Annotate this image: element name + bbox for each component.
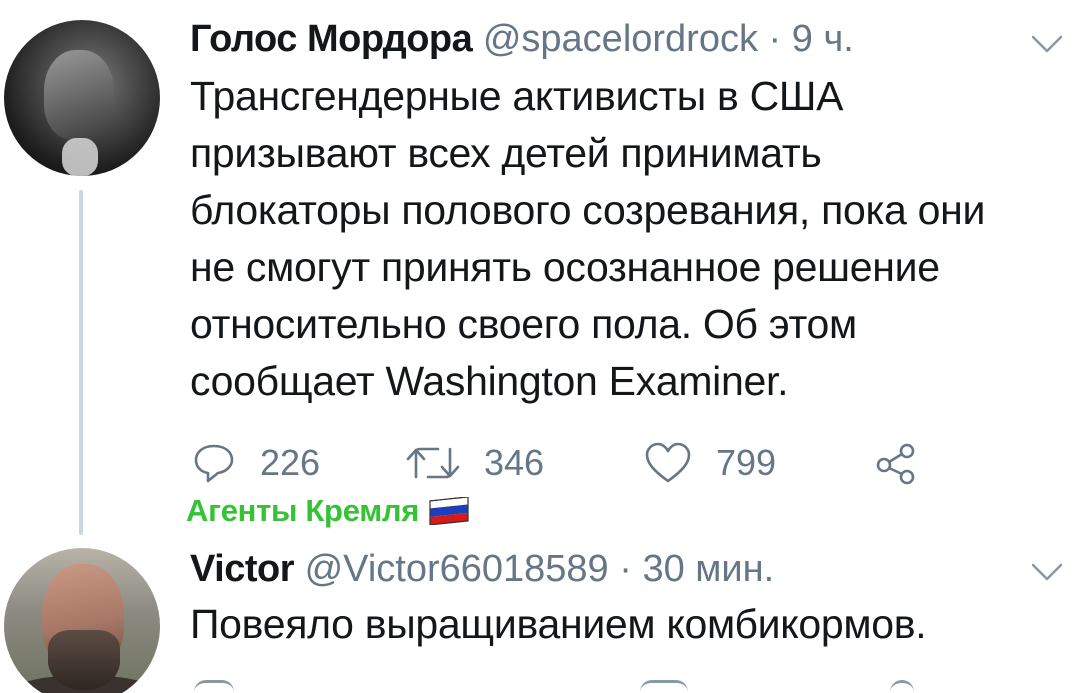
tweet-2-time[interactable]: 30 мин.	[642, 548, 774, 590]
tweet-1-text: Трансгендерные активисты в США призывают…	[190, 68, 1070, 410]
avatar-beard	[48, 630, 120, 690]
tweet-1-handle[interactable]: @spacelordrock	[483, 18, 758, 60]
tweet-1-author-name[interactable]: Голос Мордора	[190, 18, 473, 60]
tweet-2-separator: ·	[619, 548, 632, 590]
reply-icon[interactable]	[194, 680, 234, 693]
tweet-1-separator: ·	[768, 18, 782, 60]
chevron-down-icon[interactable]	[1030, 562, 1064, 582]
share-icon[interactable]	[890, 680, 914, 693]
tweet-2-actions-partial	[190, 680, 950, 693]
reply-icon	[194, 444, 234, 483]
tweet-1-text-line: не смогут принять осознанное решение	[190, 244, 940, 290]
retweet-button[interactable]: 346	[406, 436, 544, 490]
reply-button[interactable]: 226	[192, 436, 320, 490]
watermark-text: Агенты Кремля	[186, 493, 420, 528]
tweet-1-time[interactable]: 9 ч.	[792, 18, 854, 60]
retweet-count: 346	[484, 442, 545, 483]
thread-connector-line	[79, 190, 83, 535]
heart-icon[interactable]	[640, 680, 688, 693]
heart-icon	[645, 442, 691, 483]
tweet-1-header: Голос Мордора @spacelordrock · 9 ч.	[190, 16, 854, 62]
retweet-icon	[406, 447, 460, 479]
tweet-2-header: Victor @Victor66018589 · 30 мин.	[190, 546, 774, 592]
tweet-2-text-line: Повеяло выращиванием комбикормов.	[190, 601, 927, 647]
share-button[interactable]	[874, 436, 918, 490]
avatar-victor[interactable]	[4, 548, 160, 693]
reply-count: 226	[260, 442, 321, 483]
like-count: 799	[716, 442, 777, 483]
avatar-golos-mordora[interactable]	[4, 20, 160, 176]
tweet-1-text-line: блокаторы полового созревания, пока они	[190, 187, 986, 233]
tweet-1-text-line: Трансгендерные активисты в США	[190, 73, 844, 119]
tweet-2-author-name[interactable]: Victor	[190, 548, 295, 590]
tweet-2-text: Повеяло выращиванием комбикормов.	[190, 596, 1070, 653]
like-button[interactable]: 799	[644, 436, 776, 490]
chevron-down-icon[interactable]	[1030, 34, 1064, 54]
tweet-1-text-line: сообщает Washington Examiner.	[190, 358, 789, 404]
tweet-1-text-line: призывают всех детей принимать	[190, 130, 822, 176]
tweet-2-handle[interactable]: @Victor66018589	[305, 548, 609, 590]
timeline: Голос Мордора @spacelordrock · 9 ч. Тран…	[0, 0, 1080, 693]
tweet-1-actions: 226 346 799	[192, 436, 952, 490]
avatar-hand	[62, 138, 98, 176]
tweet-1-text-line: относительно своего пола. Об этом	[190, 301, 857, 347]
watermark: Агенты Кремля	[186, 493, 469, 529]
avatar-face	[44, 50, 114, 140]
russian-flag-icon	[429, 497, 469, 525]
share-icon	[876, 443, 915, 485]
